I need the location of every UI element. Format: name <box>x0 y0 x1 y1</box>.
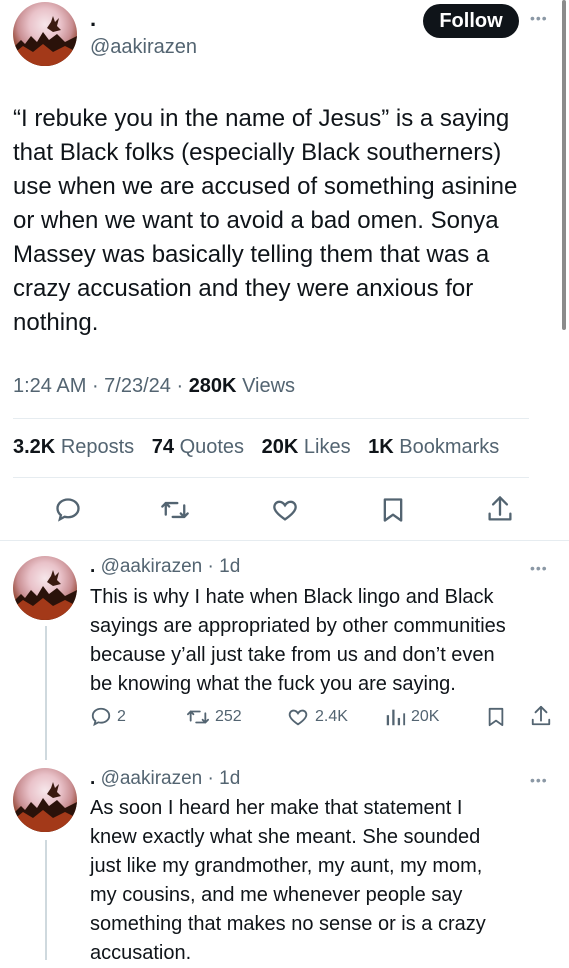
repost-action[interactable]: 252 <box>186 706 242 728</box>
tweet-date[interactable]: 7/23/24 <box>104 375 171 397</box>
reply-header: . @aakirazen · 1d <box>90 556 241 577</box>
reply-text: As soon I heard her make that statement … <box>90 797 486 964</box>
divider <box>0 540 569 541</box>
tweet-meta: 1:24 AM · 7/23/24 · 280K Views <box>13 375 295 398</box>
handle[interactable]: @aakirazen <box>90 36 197 59</box>
share-icon[interactable] <box>530 704 552 728</box>
likes-stat[interactable]: 20K Likes <box>262 436 351 458</box>
repost-count: 252 <box>215 708 242 725</box>
reply-action[interactable]: 2 <box>90 706 126 728</box>
avatar-image <box>13 570 77 620</box>
display-name[interactable]: . <box>90 8 96 30</box>
engagement-stats: 3.2K Reposts 74 Quotes 20K Likes 1K Book… <box>13 436 499 459</box>
views-count: 280K <box>188 375 237 397</box>
more-horizontal-icon[interactable]: ••• <box>530 560 548 576</box>
views-icon <box>386 709 406 726</box>
reply-age[interactable]: 1d <box>219 768 240 789</box>
divider <box>13 477 529 478</box>
meta-separator: · <box>176 375 189 397</box>
avatar[interactable] <box>13 768 77 832</box>
reply-age[interactable]: 1d <box>219 556 240 577</box>
handle[interactable]: @aakirazen <box>101 768 203 789</box>
tweet-time[interactable]: 1:24 AM <box>13 375 86 397</box>
reply-icon <box>91 707 111 727</box>
reply-count: 2 <box>117 708 126 725</box>
display-name[interactable]: . <box>90 768 95 789</box>
quotes-stat[interactable]: 74 Quotes <box>152 436 244 458</box>
bookmark-icon[interactable] <box>486 706 506 728</box>
meta-separator: · <box>91 375 105 397</box>
like-icon <box>288 709 308 726</box>
scrollbar-thumb[interactable] <box>562 0 566 330</box>
repost-icon <box>187 710 209 724</box>
avatar[interactable] <box>13 2 77 66</box>
reposts-stat[interactable]: 3.2K Reposts <box>13 436 134 458</box>
share-icon[interactable] <box>486 494 514 524</box>
view-count: 20K <box>411 708 440 725</box>
more-horizontal-icon[interactable]: ••• <box>530 772 548 788</box>
avatar-image <box>13 16 77 66</box>
reply-text: This is why I hate when Black lingo and … <box>90 586 506 695</box>
views-label: Views <box>242 375 296 397</box>
avatar[interactable] <box>13 556 77 620</box>
avatar-image <box>13 782 77 832</box>
bookmark-icon[interactable] <box>380 496 406 524</box>
follow-button[interactable]: Follow <box>423 4 519 38</box>
like-icon[interactable] <box>270 496 300 524</box>
like-action[interactable]: 2.4K <box>286 706 348 728</box>
bookmarks-stat[interactable]: 1K Bookmarks <box>368 436 499 458</box>
divider <box>13 418 529 419</box>
reply-header: . @aakirazen · 1d <box>90 768 241 789</box>
like-count: 2.4K <box>315 708 348 725</box>
repost-icon[interactable] <box>160 496 190 524</box>
more-horizontal-icon[interactable]: ••• <box>530 10 548 26</box>
reply-icon[interactable] <box>54 496 82 524</box>
handle[interactable]: @aakirazen <box>101 556 203 577</box>
display-name[interactable]: . <box>90 556 95 577</box>
thread-line <box>45 840 47 960</box>
thread-line <box>45 626 47 760</box>
views-action[interactable]: 20K <box>384 706 439 728</box>
tweet-text: “I rebuke you in the name of Jesus” is a… <box>13 105 518 336</box>
